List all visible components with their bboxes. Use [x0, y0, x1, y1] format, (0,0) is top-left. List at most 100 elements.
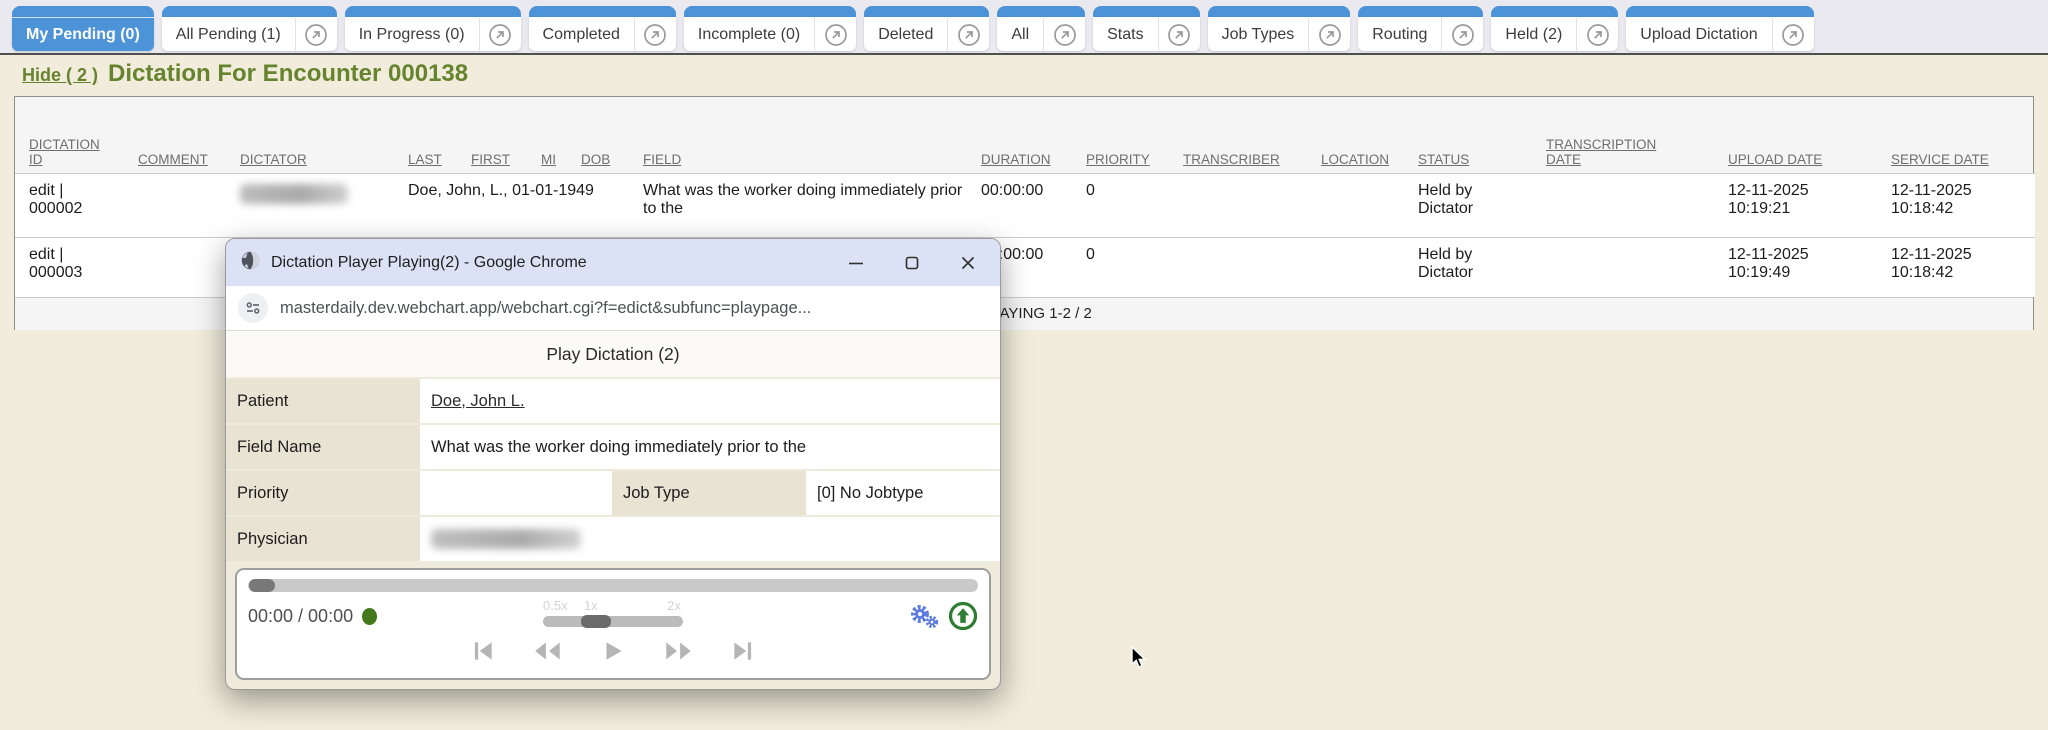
tab-label: Routing	[1358, 26, 1441, 44]
playback-time: 00:00 / 00:00	[248, 606, 353, 627]
speed-slider-thumb[interactable]	[581, 615, 611, 628]
physician-label: Physician	[226, 517, 420, 561]
status-cell: Held by Dictator	[1418, 246, 1490, 282]
audio-player-area: 00:00 / 00:00 0.5x 1x 2x	[226, 561, 1000, 689]
play-icon[interactable]	[600, 638, 626, 664]
tab-routing[interactable]: Routing	[1358, 6, 1483, 51]
col-header-status[interactable]: STATUS	[1418, 152, 1469, 167]
tab-accent-cap	[12, 6, 154, 17]
tab-accent-cap	[997, 6, 1085, 17]
ready-status-dot	[362, 608, 377, 625]
col-header-upload-date[interactable]: UPLOAD DATE	[1728, 152, 1822, 167]
col-header-location[interactable]: LOCATION	[1321, 152, 1389, 167]
tab-all[interactable]: All	[997, 6, 1085, 51]
minimize-button[interactable]	[828, 243, 884, 283]
col-header-transcriber[interactable]: TRANSCRIBER	[1183, 152, 1280, 167]
dictation-id-edit-link[interactable]: edit | 000003	[29, 246, 89, 282]
audio-player: 00:00 / 00:00 0.5x 1x 2x	[235, 568, 991, 680]
tab-label: All Pending (1)	[162, 26, 295, 44]
tab-upload-dictation[interactable]: Upload Dictation	[1626, 6, 1813, 51]
tab-my-pending[interactable]: My Pending (0)	[12, 6, 154, 51]
tab-incomplete[interactable]: Incomplete (0)	[684, 6, 856, 51]
tab-label: Completed	[529, 26, 634, 44]
comment-cell	[132, 173, 234, 237]
tab-accent-cap	[1358, 6, 1483, 17]
page-url[interactable]: masterdaily.dev.webchart.app/webchart.cg…	[280, 299, 811, 318]
col-header-last[interactable]: LAST	[408, 152, 442, 167]
window-titlebar[interactable]: Dictation Player Playing(2) - Google Chr…	[226, 239, 1000, 286]
patient-link[interactable]: Doe, John L.	[431, 392, 525, 411]
upload-dictation-icon[interactable]	[948, 601, 978, 631]
maximize-button[interactable]	[884, 243, 940, 283]
dictator-cell	[234, 173, 402, 237]
speed-slider[interactable]	[543, 616, 683, 627]
col-header-comment[interactable]: COMMENT	[138, 152, 208, 167]
priority-cell: 0	[1080, 237, 1177, 297]
service-date-cell: 12-11-2025 10:18:42	[1891, 182, 1983, 218]
skip-to-start-icon[interactable]	[470, 638, 496, 664]
status-cell: Held by Dictator	[1418, 182, 1490, 218]
col-header-dictation-id[interactable]: DICTATION ID	[29, 137, 111, 167]
transport-controls	[248, 638, 978, 664]
fast-forward-icon[interactable]	[662, 638, 694, 664]
external-link-icon[interactable]	[295, 18, 337, 51]
browser-address-bar[interactable]: masterdaily.dev.webchart.app/webchart.cg…	[226, 286, 1000, 331]
col-header-dob[interactable]: DOB	[581, 152, 610, 167]
external-link-icon[interactable]	[1441, 18, 1483, 51]
site-settings-icon[interactable]	[238, 293, 268, 323]
external-link-icon[interactable]	[479, 18, 521, 51]
tab-in-progress[interactable]: In Progress (0)	[345, 6, 521, 51]
window-controls	[828, 243, 996, 283]
page-title: Dictation For Encounter 000138	[108, 60, 468, 88]
tab-label: Job Types	[1208, 26, 1309, 44]
col-header-priority[interactable]: PRIORITY	[1086, 152, 1150, 167]
settings-gears-icon[interactable]	[908, 601, 942, 631]
tab-all-pending[interactable]: All Pending (1)	[162, 6, 337, 51]
tab-stats[interactable]: Stats	[1093, 6, 1199, 51]
location-cell	[1315, 173, 1412, 237]
external-link-icon[interactable]	[1308, 18, 1350, 51]
duration-cell: 00:00:00	[975, 173, 1080, 237]
col-header-dictator[interactable]: DICTATOR	[240, 152, 307, 167]
comment-cell	[132, 237, 234, 297]
encounter-legend: Hide ( 2 ) Dictation For Encounter 00013…	[20, 60, 478, 88]
close-icon[interactable]	[940, 243, 996, 283]
tab-completed[interactable]: Completed	[529, 6, 676, 51]
tab-accent-cap	[864, 6, 989, 17]
tab-label: In Progress (0)	[345, 26, 479, 44]
tab-label: Upload Dictation	[1626, 26, 1771, 44]
seek-handle[interactable]	[249, 579, 275, 592]
external-link-icon[interactable]	[1043, 18, 1085, 51]
col-header-transcription-date[interactable]: TRANSCRIPTION DATE	[1546, 137, 1672, 167]
rewind-icon[interactable]	[532, 638, 564, 664]
hide-link[interactable]: Hide ( 2 )	[22, 65, 98, 86]
col-header-first[interactable]: FIRST	[471, 152, 510, 167]
field-name-label: Field Name	[226, 425, 420, 469]
tab-accent-cap	[684, 6, 856, 17]
external-link-icon[interactable]	[1772, 18, 1814, 51]
table-row: edit | 000002 Doe, John, L., 01-01-1949 …	[15, 173, 2035, 237]
col-header-field[interactable]: FIELD	[643, 152, 681, 167]
tab-job-types[interactable]: Job Types	[1208, 6, 1351, 51]
dictation-id-edit-link[interactable]: edit | 000002	[29, 182, 89, 218]
tab-accent-cap	[1093, 6, 1199, 17]
col-header-duration[interactable]: DURATION	[981, 152, 1051, 167]
skip-to-end-icon[interactable]	[730, 638, 756, 664]
mouse-cursor	[1130, 646, 1152, 675]
globe-icon	[240, 250, 261, 276]
col-header-service-date[interactable]: SERVICE DATE	[1891, 152, 1989, 167]
priority-value	[420, 471, 612, 515]
physician-value	[420, 517, 1000, 561]
external-link-icon[interactable]	[634, 18, 676, 51]
external-link-icon[interactable]	[814, 18, 856, 51]
external-link-icon[interactable]	[947, 18, 989, 51]
location-cell	[1315, 237, 1412, 297]
external-link-icon[interactable]	[1158, 18, 1200, 51]
external-link-icon[interactable]	[1576, 18, 1618, 51]
play-dictation-form: Play Dictation (2) Patient Doe, John L. …	[226, 331, 1000, 561]
seek-bar[interactable]	[248, 579, 978, 592]
col-header-mi[interactable]: MI	[541, 152, 556, 167]
transcriber-cell	[1177, 173, 1315, 237]
tab-held[interactable]: Held (2)	[1491, 6, 1618, 51]
tab-deleted[interactable]: Deleted	[864, 6, 989, 51]
